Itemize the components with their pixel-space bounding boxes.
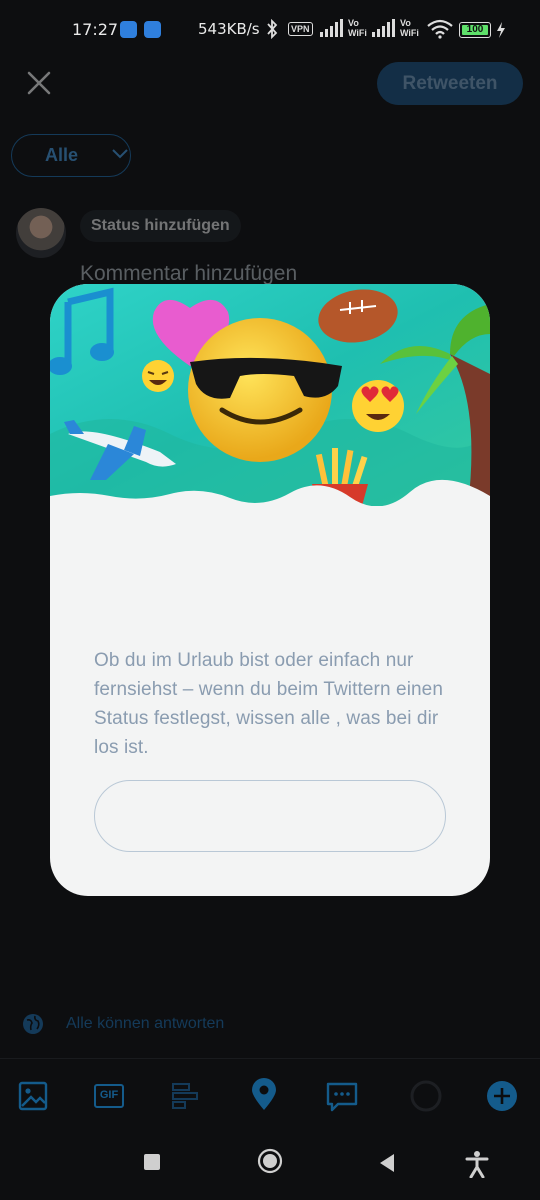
comment-input[interactable]: Kommentar hinzufügen xyxy=(80,262,297,286)
progress-ring-icon xyxy=(410,1080,442,1112)
chevron-down-icon xyxy=(112,149,128,159)
heart-eyes-emoji-icon xyxy=(352,380,404,432)
charging-icon xyxy=(497,22,505,38)
vpn-icon: VPN xyxy=(288,22,313,36)
vowifi-label: Vo WiFi xyxy=(400,18,419,38)
reply-setting-label: Alle können antworten xyxy=(66,1015,225,1032)
add-icon[interactable] xyxy=(484,1076,520,1116)
globe-icon xyxy=(23,1014,43,1034)
location-icon[interactable] xyxy=(246,1076,282,1116)
back-triangle-button[interactable] xyxy=(378,1153,396,1173)
signal-icon xyxy=(372,19,395,37)
phone-app-icon xyxy=(144,21,161,38)
signal-icon xyxy=(320,19,343,37)
recents-square-button[interactable] xyxy=(143,1153,161,1171)
wifi-icon xyxy=(427,19,453,39)
accessibility-button[interactable] xyxy=(465,1150,489,1178)
audience-label: Alle xyxy=(45,145,79,165)
poll-icon[interactable] xyxy=(168,1076,204,1116)
message-app-icon xyxy=(120,21,137,38)
reply-setting[interactable]: Alle können antworten xyxy=(22,1012,422,1036)
avatar[interactable] xyxy=(16,208,66,258)
laughing-emoji-icon xyxy=(142,360,174,392)
vowifi-label: Vo WiFi xyxy=(348,18,367,38)
home-circle-button[interactable] xyxy=(257,1148,283,1174)
battery-icon: 100 xyxy=(459,22,491,38)
modal-body-text: Ob du im Urlaub bist oder einfach nur fe… xyxy=(94,650,444,758)
hero-illustration xyxy=(50,284,490,506)
system-navbar xyxy=(0,1145,540,1189)
modal-cta-button[interactable] xyxy=(94,780,446,852)
status-intro-modal: Ob du im Urlaub bist oder einfach nur fe… xyxy=(50,284,490,896)
status-bar: 17:27 543KB/s VPN Vo WiFi Vo WiFi 100 xyxy=(0,0,540,62)
status-add-pill[interactable]: Status hinzufügen xyxy=(80,210,241,242)
divider xyxy=(0,1058,540,1059)
bluetooth-icon xyxy=(267,19,278,39)
compose-toolbar: GIF xyxy=(0,1076,540,1120)
gif-icon[interactable]: GIF xyxy=(92,1076,128,1116)
close-icon[interactable] xyxy=(26,70,52,96)
audience-selector[interactable]: Alle xyxy=(11,134,131,177)
status-time: 17:27 xyxy=(72,20,119,39)
comment-icon[interactable] xyxy=(324,1076,360,1116)
network-speed: 543KB/s xyxy=(198,20,260,38)
image-icon[interactable] xyxy=(16,1076,52,1116)
retweet-button[interactable]: Retweeten xyxy=(377,62,523,105)
battery-level: 100 xyxy=(462,25,488,35)
